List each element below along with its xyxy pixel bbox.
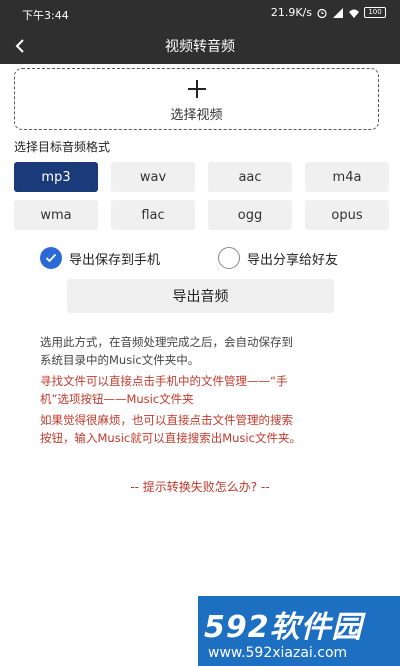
info-search-tip: 如果觉得很麻烦，也可以直接点击文件管理的搜索 按钮，输入Music就可以直接搜索… [40,413,301,445]
select-video-button[interactable]: 选择视频 [14,68,379,130]
option-save-to-phone-label: 导出保存到手机 [69,252,161,268]
option-share-to-friend-label: 导出分享给好友 [247,252,339,268]
format-button-aac[interactable]: aac [208,162,292,192]
watermark-logo: 592软件园 [204,610,363,645]
wifi-icon [349,9,359,18]
format-button-wav[interactable]: wav [111,162,195,192]
format-button-mp3[interactable]: mp3 [14,162,98,192]
watermark: 592软件园 www.592xiazai.com [198,596,400,666]
option-share-to-friend[interactable]: 导出分享给好友 [218,246,338,270]
option-save-to-phone[interactable]: 导出保存到手机 [40,246,160,270]
signal-icon [333,7,343,18]
conversion-failed-help-link[interactable]: -- 提示转换失败怎么办? -- [0,478,400,495]
info-save-location: 选用此方式，在音频处理完成之后，会自动保存到 系统目录中的Music文件夹中。 [40,335,293,367]
select-video-label: 选择视频 [170,108,223,123]
format-button-flac[interactable]: flac [111,200,195,230]
radio-empty-icon [218,247,240,269]
format-button-m4a[interactable]: m4a [305,162,389,192]
watermark-url: www.592xiazai.com [208,645,348,661]
format-button-ogg[interactable]: ogg [208,200,292,230]
info-find-file: 寻找文件可以直接点击手机中的文件管理——“手 机”选项按钮——Music文件夹 [40,374,288,406]
nav-bar: 视频转音频 [0,28,400,64]
plus-icon [188,80,206,98]
status-time: 下午3:44 [22,9,69,22]
network-speed: 21.9K/s [270,6,312,19]
check-icon [40,247,62,269]
battery-icon: 100 [364,7,386,18]
export-audio-button[interactable]: 导出音频 [67,279,334,313]
page-title: 视频转音频 [165,39,235,55]
format-button-wma[interactable]: wma [14,200,98,230]
status-indicators: 21.9K/s 100 [271,6,386,19]
status-bar: 下午3:44 21.9K/s 100 [0,0,400,28]
format-button-opus[interactable]: opus [305,200,389,230]
alarm-icon [317,8,327,18]
format-section-label: 选择目标音频格式 [14,140,111,154]
